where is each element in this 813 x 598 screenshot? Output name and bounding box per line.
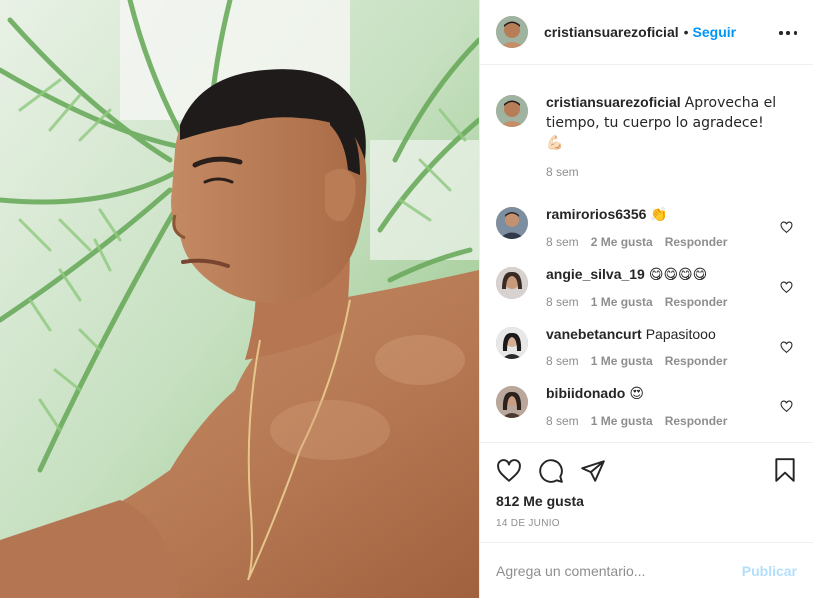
more-dot xyxy=(793,31,797,35)
reply-button[interactable]: Responder xyxy=(665,354,728,368)
bookmark-icon-svg xyxy=(775,458,795,482)
more-dot xyxy=(786,31,790,35)
comment-text: Papasitooo xyxy=(645,325,716,342)
comment-body: angie_silva_19 😋😋😋😋 8 sem 1 Me gusta Resp… xyxy=(546,265,778,309)
author-avatar[interactable] xyxy=(496,15,528,48)
comment-body: vanebetancurt Papasitooo 8 sem 1 Me gusta… xyxy=(546,325,778,368)
commenter-avatar-image xyxy=(496,206,528,239)
more-dot xyxy=(779,31,783,35)
comment-item: bibiidonado 😍 8 sem 1 Me gusta Responder xyxy=(496,384,797,428)
comment-body: bibiidonado 😍 8 sem 1 Me gusta Responder xyxy=(546,384,778,428)
comment-text-line: angie_silva_19 😋😋😋😋 xyxy=(546,265,778,285)
comment-likes[interactable]: 1 Me gusta xyxy=(591,295,653,309)
heart-icon-svg xyxy=(497,458,521,482)
comment-time[interactable]: 8 sem xyxy=(546,414,579,428)
post-photo[interactable] xyxy=(0,0,479,598)
comment-username[interactable]: vanebetancurt xyxy=(546,326,642,342)
add-comment-input[interactable] xyxy=(496,562,742,579)
post-actions: 812 Me gusta 14 DE JUNIO Publicar xyxy=(480,441,813,598)
comment-meta: 8 sem 1 Me gusta Responder xyxy=(546,354,778,368)
header-separator: • xyxy=(683,23,689,40)
instagram-post: cristiansuarezoficial • Seguir cristians… xyxy=(0,0,813,598)
comment-username[interactable]: angie_silva_19 xyxy=(546,266,645,282)
comment-time[interactable]: 8 sem xyxy=(546,295,579,309)
comment-body: ramirorios6356 👏 8 sem 2 Me gusta Respond… xyxy=(546,205,778,249)
bookmark-icon[interactable] xyxy=(772,457,798,483)
follow-button[interactable]: Seguir xyxy=(693,24,737,40)
reply-button[interactable]: Responder xyxy=(665,414,728,428)
author-avatar-image xyxy=(496,15,528,48)
comment-like-heart-icon[interactable] xyxy=(780,281,793,294)
commenter-avatar[interactable] xyxy=(496,206,528,239)
post-side-panel: cristiansuarezoficial • Seguir cristians… xyxy=(479,0,813,598)
heart-outline-icon xyxy=(780,221,793,233)
comment-text: 😋😋😋😋 xyxy=(648,266,708,283)
caption-avatar[interactable] xyxy=(496,94,528,127)
commenter-avatar-image xyxy=(496,326,528,359)
caption-body: cristiansuarezoficial Aprovecha el tiempo… xyxy=(546,93,778,179)
comment-bubble-icon[interactable] xyxy=(538,458,564,484)
comment-meta: 8 sem 2 Me gusta Responder xyxy=(546,235,778,249)
comment-username[interactable]: ramirorios6356 xyxy=(546,206,646,222)
post-header: cristiansuarezoficial • Seguir xyxy=(480,0,813,65)
caption-meta: 8 sem xyxy=(546,165,778,179)
comment-likes[interactable]: 2 Me gusta xyxy=(591,235,653,249)
paper-plane-icon[interactable] xyxy=(580,458,606,484)
comment-username[interactable]: bibiidonado xyxy=(546,385,625,401)
comment-text: 👏 xyxy=(650,206,668,223)
comment-time[interactable]: 8 sem xyxy=(546,235,579,249)
heart-icon[interactable] xyxy=(496,458,522,484)
heart-outline-icon xyxy=(780,400,793,412)
paper-plane-icon-svg xyxy=(581,460,605,482)
caption-text-line: cristiansuarezoficial Aprovecha el tiempo… xyxy=(546,93,778,153)
more-options-icon[interactable] xyxy=(779,24,797,42)
add-comment-bar: Publicar xyxy=(480,542,813,598)
author-username[interactable]: cristiansuarezoficial xyxy=(544,24,679,40)
comment-item: angie_silva_19 😋😋😋😋 8 sem 1 Me gusta Resp… xyxy=(496,265,797,309)
commenter-avatar[interactable] xyxy=(496,326,528,359)
comment-like-heart-icon[interactable] xyxy=(780,341,793,354)
post-caption: cristiansuarezoficial Aprovecha el tiempo… xyxy=(496,93,797,179)
reply-button[interactable]: Responder xyxy=(665,235,728,249)
heart-outline-icon xyxy=(780,341,793,353)
comment-text-line: vanebetancurt Papasitooo xyxy=(546,325,778,344)
comment-text: 😍 xyxy=(629,385,644,402)
comment-bubble-icon-svg xyxy=(539,459,563,483)
caption-avatar-image xyxy=(496,94,528,127)
comment-likes[interactable]: 1 Me gusta xyxy=(591,414,653,428)
caption-username[interactable]: cristiansuarezoficial xyxy=(546,94,681,110)
heart-outline-icon xyxy=(780,281,793,293)
comment-likes[interactable]: 1 Me gusta xyxy=(591,354,653,368)
comment-item: vanebetancurt Papasitooo 8 sem 1 Me gusta… xyxy=(496,325,797,368)
post-date[interactable]: 14 DE JUNIO xyxy=(496,518,797,529)
comment-item: ramirorios6356 👏 8 sem 2 Me gusta Respond… xyxy=(496,205,797,249)
commenter-avatar-image xyxy=(496,385,528,418)
commenter-avatar[interactable] xyxy=(496,266,528,299)
commenter-avatar[interactable] xyxy=(496,385,528,418)
comments-list: cristiansuarezoficial Aprovecha el tiempo… xyxy=(480,65,813,442)
commenter-avatar-image xyxy=(496,266,528,299)
comment-meta: 8 sem 1 Me gusta Responder xyxy=(546,295,778,309)
comment-like-heart-icon[interactable] xyxy=(780,221,793,234)
comment-text-line: ramirorios6356 👏 xyxy=(546,205,778,225)
likes-count[interactable]: 812 Me gusta xyxy=(496,493,797,509)
caption-time[interactable]: 8 sem xyxy=(546,165,579,179)
publish-button[interactable]: Publicar xyxy=(742,563,797,579)
comment-text-line: bibiidonado 😍 xyxy=(546,384,778,404)
reply-button[interactable]: Responder xyxy=(665,295,728,309)
action-icons xyxy=(496,443,797,483)
comment-meta: 8 sem 1 Me gusta Responder xyxy=(546,414,778,428)
comment-like-heart-icon[interactable] xyxy=(780,400,793,413)
comment-time[interactable]: 8 sem xyxy=(546,354,579,368)
post-photo-image xyxy=(0,0,479,598)
